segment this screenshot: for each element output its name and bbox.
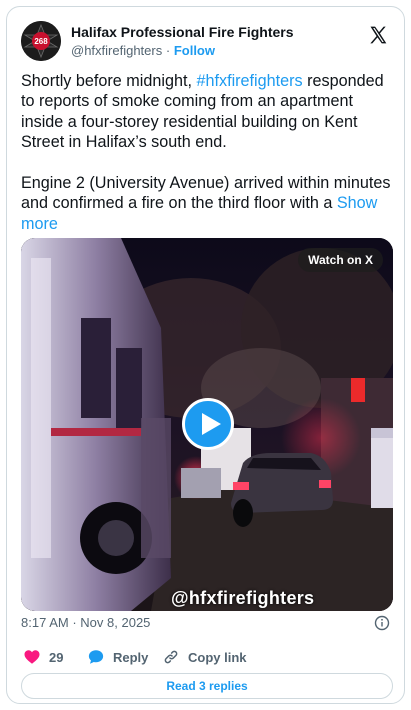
tweet-paragraph-1: Shortly before midnight, #hfxfirefighter… — [21, 71, 395, 153]
handle-separator: · — [165, 43, 171, 58]
reply-label: Reply — [113, 649, 149, 665]
read-replies-button[interactable]: Read 3 replies — [21, 673, 393, 699]
link-icon — [164, 650, 178, 664]
play-button[interactable] — [182, 398, 234, 450]
hashtag-link[interactable]: #hfxfirefighters — [196, 72, 302, 90]
tweet-time: 8:17 AM — [21, 615, 69, 630]
author-handle[interactable]: @hfxfirefighters — [71, 43, 162, 58]
tweet-text-part: Shortly before midnight, — [21, 72, 197, 90]
copy-link-label: Copy link — [188, 649, 247, 665]
tweet-card: 268 Halifax Professional Fire Fighters @… — [6, 6, 405, 704]
watch-on-x-button[interactable]: Watch on X — [298, 248, 383, 272]
author-name[interactable]: Halifax Professional Fire Fighters — [71, 24, 294, 40]
tweet-paragraph-2: Engine 2 (University Avenue) arrived wit… — [21, 173, 395, 234]
x-logo-icon[interactable] — [368, 25, 388, 45]
author-handle-row: @hfxfirefighters · Follow — [71, 43, 215, 58]
union-logo-icon: 268 — [21, 21, 61, 61]
follow-button[interactable]: Follow — [174, 43, 215, 58]
tweet-header: 268 Halifax Professional Fire Fighters @… — [21, 19, 390, 63]
like-count: 29 — [49, 649, 64, 665]
tweet-text-part: Engine 2 (University Avenue) arrived wit… — [21, 174, 391, 213]
tweet-text: Shortly before midnight, #hfxfirefighter… — [21, 71, 395, 234]
tweet-timestamp[interactable]: 8:17 AM · Nov 8, 2025 — [21, 615, 150, 630]
avatar[interactable]: 268 — [21, 21, 61, 61]
timestamp-separator: · — [72, 615, 77, 630]
heart-icon — [24, 650, 40, 664]
copy-link-button[interactable]: Copy link — [162, 647, 247, 667]
like-button[interactable]: 29 — [23, 647, 63, 667]
reply-button[interactable]: Reply — [87, 647, 148, 667]
avatar-number: 268 — [34, 37, 48, 46]
reply-bubble-icon — [88, 650, 104, 664]
tweet-date: Nov 8, 2025 — [80, 615, 151, 630]
video-player[interactable]: Watch on X @hfxfirefighters — [21, 238, 393, 611]
video-watermark: @hfxfirefighters — [171, 588, 315, 608]
info-icon[interactable] — [374, 615, 390, 631]
play-icon — [202, 413, 221, 435]
